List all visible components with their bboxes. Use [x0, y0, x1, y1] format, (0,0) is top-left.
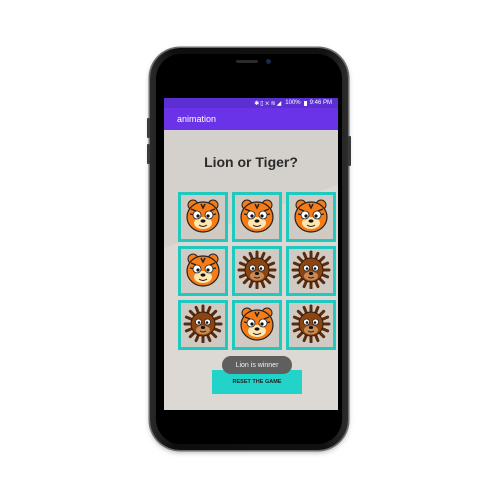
- board-cell-1-2[interactable]: [286, 246, 336, 296]
- app-bar: animation: [164, 108, 338, 130]
- camera-icon: [266, 59, 271, 64]
- status-time: 9:46 PM: [309, 100, 332, 106]
- volume-down-button: [147, 144, 150, 164]
- notch: [210, 54, 288, 71]
- board-cell-2-2[interactable]: [286, 300, 336, 350]
- app-title: animation: [177, 114, 217, 124]
- board-cell-0-0[interactable]: [178, 192, 228, 242]
- board-cell-1-1[interactable]: [232, 246, 282, 296]
- game-title: Lion or Tiger?: [204, 154, 298, 170]
- tiger-icon: [237, 303, 277, 348]
- tiger-icon: [183, 249, 223, 294]
- power-button: [348, 136, 351, 166]
- board-cell-2-1[interactable]: [232, 300, 282, 350]
- board-cell-2-0[interactable]: [178, 300, 228, 350]
- status-bar: ✱▯⨯≋◢ 100% 9:46 PM: [164, 98, 338, 108]
- board-cell-0-1[interactable]: [232, 192, 282, 242]
- volume-up-button: [147, 118, 150, 138]
- tiger-icon: [237, 195, 277, 240]
- lion-icon: [237, 249, 277, 294]
- battery-icon: [303, 100, 307, 106]
- speaker-icon: [236, 60, 258, 63]
- lion-icon: [183, 303, 223, 348]
- battery-level: 100%: [285, 100, 301, 106]
- lion-icon: [291, 303, 331, 348]
- winner-toast: Lion is winner: [222, 356, 292, 374]
- game-board: [178, 192, 338, 352]
- lion-icon: [291, 249, 331, 294]
- board-cell-0-2[interactable]: [286, 192, 336, 242]
- navigation-area: [164, 410, 338, 444]
- tiger-icon: [291, 195, 331, 240]
- board-cell-1-0[interactable]: [178, 246, 228, 296]
- status-icons: ✱▯⨯≋◢: [254, 100, 283, 107]
- tiger-icon: [183, 195, 223, 240]
- screen: ✱▯⨯≋◢ 100% 9:46 PM animation Lion or Tig…: [156, 54, 342, 444]
- phone-frame: ✱▯⨯≋◢ 100% 9:46 PM animation Lion or Tig…: [147, 48, 351, 450]
